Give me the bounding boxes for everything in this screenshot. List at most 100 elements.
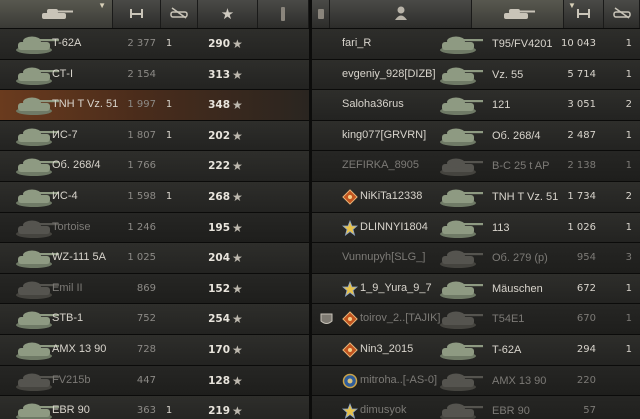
- table-row[interactable]: T-62A 2 377 1 290 ★: [0, 29, 309, 60]
- table-row[interactable]: Tortoise 1 246 195 ★: [0, 212, 309, 244]
- gold-star-icon: [341, 280, 359, 297]
- vehicle-name: T54E1: [492, 313, 525, 326]
- table-row[interactable]: evgeniy_928[DIZB] Vz. 55 5 714 1: [312, 59, 640, 91]
- sort-by-damage-header[interactable]: ▼: [564, 0, 604, 28]
- damage-value: 219: [208, 405, 230, 418]
- player-name[interactable]: toirov_2..[TAJIK]: [360, 312, 441, 324]
- vehicle-name: Об. 279 (р): [492, 252, 548, 265]
- kills-value: 1: [165, 405, 173, 417]
- vehicle-icon: [436, 33, 486, 55]
- vehicle-icon: [436, 278, 486, 300]
- vehicle-icon: [436, 339, 486, 361]
- damage-value: 672: [576, 282, 596, 294]
- sort-by-vehicle-header[interactable]: ▼: [0, 0, 113, 28]
- table-row[interactable]: dimusyok EBR 90 57: [312, 396, 640, 419]
- star-icon: ★: [232, 37, 243, 51]
- table-row[interactable]: DLINNYI1804 113 1 026 1: [312, 212, 640, 244]
- clan-emblem-icon: [342, 373, 358, 389]
- table-row[interactable]: mitroha..[-AS-0] AMX 13 90 220: [312, 365, 640, 397]
- sort-by-xp-header[interactable]: [113, 0, 161, 28]
- kills-value: 1: [625, 129, 632, 141]
- damage-value: 254: [208, 313, 230, 326]
- table-row[interactable]: NiKiTa12338 TNH T Vz. 51 1 734 2: [312, 181, 640, 213]
- damage-value: 1 734: [567, 190, 596, 202]
- damage-value: 670: [576, 313, 596, 325]
- kills-value: 1: [165, 99, 173, 111]
- enemy-rows: fari_R T95/FV4201 10 043 1 evgeniy_928[DIZB]…: [312, 29, 640, 419]
- ally-rows: T-62A 2 377 1 290 ★ СТ-I 2 154 313 ★ TNH T Vz. 51…: [0, 29, 309, 419]
- xp-value: 2 377: [127, 38, 156, 49]
- column-marker-icon: [317, 9, 324, 19]
- table-row[interactable]: Vunnupyh[SLG_] Об. 279 (р) 954 3: [312, 243, 640, 274]
- xp-value: 869: [136, 282, 156, 294]
- vehicle-icon: [436, 186, 486, 208]
- kills-value: 1: [625, 68, 632, 80]
- star-icon: ★: [232, 98, 243, 113]
- ally-team-panel: ▼ ★ T-62A 2 377 1 290 ★ СТ-I 2 154 313 ★ TNH T Vz…: [0, 0, 309, 419]
- vehicle-name: 121: [492, 99, 511, 112]
- table-row[interactable]: EBR 90 363 1 219 ★: [0, 396, 309, 419]
- sort-by-vehicle-header[interactable]: [472, 0, 564, 28]
- damage-value: 5 714: [567, 68, 596, 80]
- vehicle-name: ИС-4: [52, 189, 78, 202]
- table-row[interactable]: STB-1 752 254 ★: [0, 304, 309, 335]
- sort-by-player-header[interactable]: [330, 0, 472, 28]
- table-row[interactable]: Emil II 869 152 ★: [0, 273, 309, 305]
- player-name[interactable]: dimusyok: [360, 404, 406, 416]
- star-icon: ★: [232, 128, 243, 143]
- sort-by-rating-header[interactable]: ★: [198, 0, 258, 28]
- damage-value: 3 051: [567, 99, 596, 111]
- table-row[interactable]: AMX 13 90 728 170 ★: [0, 334, 309, 366]
- enemy-header: ▼: [312, 0, 640, 29]
- star-icon: ★: [232, 342, 243, 357]
- table-row[interactable]: king077[GRVRN] Об. 268/4 2 487 1: [312, 120, 640, 152]
- column-marker-icon: [281, 7, 285, 21]
- vehicle-icon: [436, 370, 486, 392]
- table-row[interactable]: fari_R T95/FV4201 10 043 1: [312, 29, 640, 60]
- player-name[interactable]: 1_9_Yura_9_7: [360, 282, 432, 294]
- star-icon: ★: [232, 189, 243, 204]
- table-row[interactable]: toirov_2..[TAJIK] T54E1 670 1: [312, 304, 640, 335]
- vehicle-name: Emil II: [52, 281, 83, 294]
- vehicle-icon: [436, 155, 486, 177]
- kills-value: 1: [625, 343, 632, 355]
- player-name[interactable]: evgeniy_928[DIZB]: [342, 68, 436, 80]
- table-row[interactable]: СТ-I 2 154 313 ★: [0, 59, 309, 91]
- damage-value: 222: [208, 160, 230, 173]
- table-row[interactable]: ИС-4 1 598 1 268 ★: [0, 181, 309, 213]
- sort-by-kills-header[interactable]: [161, 0, 198, 28]
- player-name[interactable]: king077[GRVRN]: [342, 129, 426, 141]
- table-row[interactable]: Об. 268/4 1 766 222 ★: [0, 151, 309, 182]
- vehicle-name: EBR 90: [492, 405, 530, 418]
- vehicle-icon: [436, 400, 486, 419]
- player-name[interactable]: Nin3_2015: [360, 343, 413, 355]
- sort-by-kills-header[interactable]: [604, 0, 640, 28]
- damage-icon: [574, 6, 594, 23]
- table-row[interactable]: ИС-7 1 807 1 202 ★: [0, 120, 309, 152]
- player-name[interactable]: ZEFIRKA_8905: [342, 159, 419, 171]
- player-name[interactable]: mitroha..[-AS-0]: [360, 374, 437, 386]
- player-name[interactable]: DLINNYI1804: [360, 221, 428, 233]
- player-icon: [394, 5, 408, 24]
- table-row[interactable]: WZ-111 5A 1 025 204 ★: [0, 243, 309, 274]
- table-row[interactable]: TNH T Vz. 51 1 997 1 348 ★: [0, 90, 309, 121]
- vehicle-name: 113: [492, 221, 510, 234]
- vehicle-name: T-62A: [52, 37, 82, 49]
- destroyed-tank-icon: [611, 6, 633, 23]
- orange-diamond-icon: [342, 342, 358, 358]
- player-name[interactable]: Saloha36rus: [342, 98, 404, 110]
- table-row[interactable]: Nin3_2015 T-62A 294 1: [312, 334, 640, 366]
- sort-by-extra-header[interactable]: [258, 0, 309, 28]
- xp-value: 1 766: [127, 160, 156, 172]
- table-row[interactable]: Saloha36rus 121 3 051 2: [312, 90, 640, 121]
- squad-header[interactable]: [312, 0, 330, 28]
- player-name[interactable]: NiKiTa12338: [360, 190, 422, 202]
- player-name[interactable]: Vunnupyh[SLG_]: [342, 251, 425, 263]
- table-row[interactable]: FV215b 447 128 ★: [0, 365, 309, 397]
- kills-value: 1: [625, 313, 632, 325]
- player-name[interactable]: fari_R: [342, 37, 371, 49]
- table-row[interactable]: 1_9_Yura_9_7 Mäuschen 672 1: [312, 273, 640, 305]
- table-row[interactable]: ZEFIRKA_8905 B-C 25 t AP 2 138 1: [312, 151, 640, 182]
- vehicle-icon: [436, 247, 486, 269]
- star-icon: ★: [232, 404, 243, 419]
